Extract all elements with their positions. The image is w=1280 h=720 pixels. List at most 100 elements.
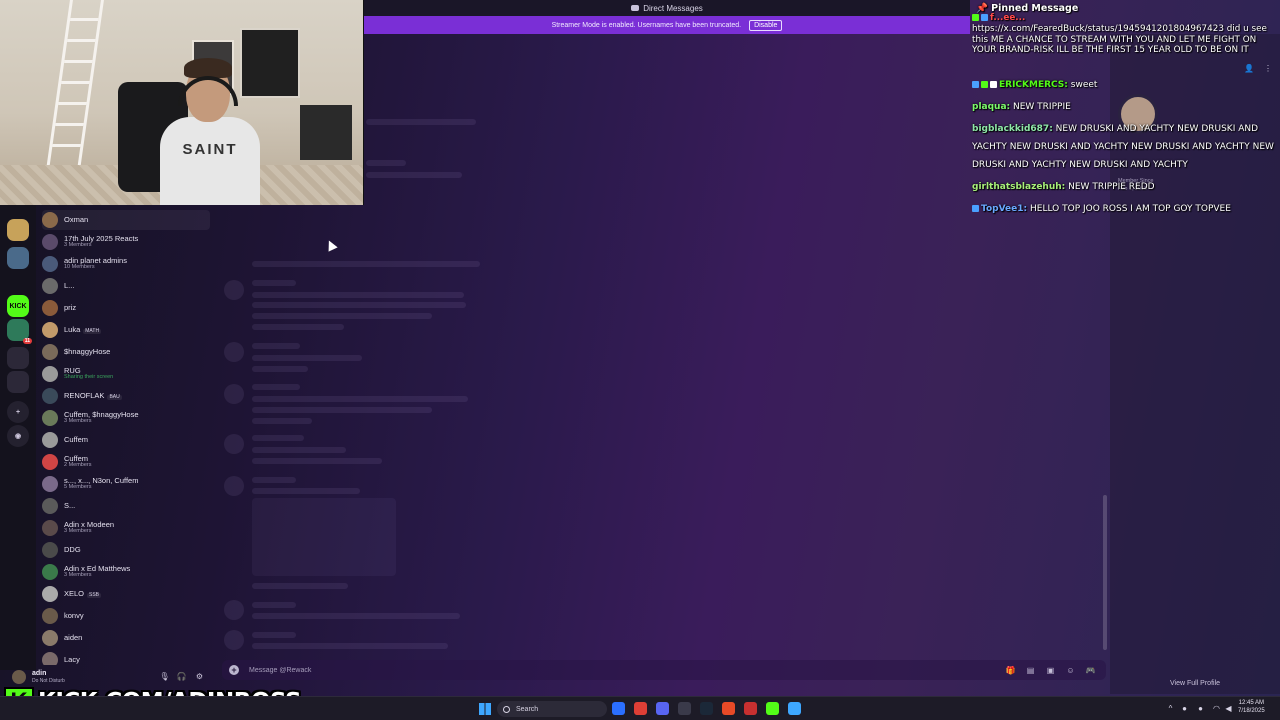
kick-app-icon[interactable] [766,702,779,715]
message-input[interactable] [249,666,1006,674]
dm-list-item[interactable]: priz [42,298,210,318]
dm-list-item[interactable]: Adin x Modeen 3 Members [42,518,210,538]
dm-list-item[interactable]: Cuffem, $hnaggyHose 3 Members [42,408,210,428]
chat-text: NEW TRIPPIE [1013,102,1071,112]
loading-placeholder [252,613,460,619]
dm-list-item[interactable]: RENOFLAK BAU [42,386,210,406]
folder-icon[interactable] [7,371,29,393]
chat-username: plaqua: [972,102,1011,112]
stream-chat-overlay: 📌 Pinned Message f...ee... https://x.com… [966,0,1280,220]
dm-avatar [42,608,58,624]
dm-list-item[interactable]: 17th July 2025 Reacts 3 Members [42,232,210,252]
dm-list-item[interactable]: Luka MATH [42,320,210,340]
steam-icon[interactable] [700,702,713,715]
loading-avatar [224,384,244,404]
dm-text: Adin x Ed Matthews 3 Members [64,565,130,579]
loading-avatar [224,342,244,362]
dm-text: L... [64,282,74,290]
windows-taskbar: Search ^ ● ● ◠ ◀ 12:45 AM 7/18/2025 [0,696,1280,720]
dm-subtitle: 10 Members [64,264,95,271]
dm-text: Adin x Modeen 3 Members [64,521,114,535]
dm-list-item[interactable]: S... [42,496,210,516]
dm-text: Luka MATH [64,325,102,335]
apps-icon[interactable]: 🎮 [1086,666,1096,675]
dm-name: Lacy [64,655,80,665]
brave-icon[interactable] [722,702,735,715]
pinned-user: f...ee... [990,13,1026,23]
view-full-profile-link[interactable]: View Full Profile [1110,680,1280,687]
gif-icon[interactable]: ▤ [1026,666,1035,675]
volume-icon[interactable]: ◀ [1224,704,1233,713]
dm-name: S... [64,501,76,511]
dm-list-item[interactable]: Cuffem 2 Members [42,452,210,472]
dm-list-item[interactable]: aiden [42,628,210,648]
dm-list-item[interactable]: Adin x Ed Matthews 3 Members [42,562,210,582]
server-label: KICK [9,302,27,310]
chat-message: ERICKMERCS: sweet [972,76,1280,94]
dm-text: RUG Sharing their screen [64,367,113,381]
dm-list-item[interactable]: DDG [42,540,210,560]
dm-list-item[interactable]: $hnaggyHose [42,342,210,362]
user-status: Do Not Disturb [32,678,65,684]
dm-list-item[interactable]: Cuffem [42,430,210,450]
add-attachment-icon[interactable]: + [229,665,239,675]
chat-badge-icon [972,81,979,88]
discord-icon [631,5,640,11]
dm-list-item[interactable]: RUG Sharing their screen [42,364,210,384]
emoji-icon[interactable]: ☺ [1066,666,1075,675]
loading-placeholder [252,313,432,319]
dm-name: DDG [64,545,81,555]
dm-text: Cuffem [64,436,88,444]
kick-server[interactable]: KICK [7,295,29,317]
chat-message: girlthatsblazehuh: NEW TRIPPIE REDD [972,178,1280,196]
dm-avatar [42,388,58,404]
taskbar-clock[interactable]: 12:45 AM 7/18/2025 [1238,700,1265,715]
server-icon[interactable] [7,247,29,269]
obs-icon[interactable] [678,702,691,715]
message-scrollbar[interactable] [1103,495,1107,650]
dm-name: Cuffem [64,435,89,445]
loading-placeholder [252,355,362,361]
discord-app-icon[interactable] [656,702,669,715]
webcam-ladder [46,0,104,170]
dm-subtitle: 2 Members [64,462,92,469]
dm-list-item[interactable]: konvy [42,606,210,626]
sticker-icon[interactable]: ▣ [1046,666,1055,675]
dm-list-item[interactable]: adin planet admins 10 Members [42,254,210,274]
dm-list-item[interactable]: Lacy [42,650,210,665]
tray-chevron-icon[interactable]: ^ [1166,704,1175,713]
chrome-icon[interactable] [634,702,647,715]
direct-message-list: Oxman 17th July 2025 Reacts 3 Members adin … [36,205,212,665]
chat-text: sweet [1070,80,1098,90]
folder-icon[interactable] [7,347,29,369]
user-name: adin [32,670,47,677]
gift-icon[interactable]: 🎁 [1006,666,1016,675]
copilot-icon[interactable] [612,702,625,715]
dm-list-item[interactable]: Oxman [42,210,210,230]
discover-icon[interactable]: ◉ [7,425,29,447]
dm-list-item[interactable]: XELO SSB [42,584,210,604]
server-icon[interactable] [7,219,29,241]
notepad-icon[interactable] [788,702,801,715]
dm-list-item[interactable]: s..., x..., N3on, Cuffem 5 Members [42,474,210,494]
microphone-icon[interactable]: 🎙 [159,672,169,681]
dm-avatar [42,520,58,536]
dm-list-item[interactable]: L... [42,276,210,296]
taskbar-search[interactable]: Search [497,701,607,717]
dm-name-line: konvy [64,612,84,620]
tray-app-icon[interactable]: ● [1196,704,1205,713]
tray-app-icon[interactable]: ● [1180,704,1189,713]
window-title-bar: Direct Messages [364,0,970,16]
wifi-icon[interactable]: ◠ [1212,704,1221,713]
settings-gear-icon[interactable]: ⚙ [195,672,204,681]
app-icon[interactable] [744,702,757,715]
add-server-icon[interactable]: + [7,401,29,423]
headphones-icon[interactable]: 🎧 [177,672,187,681]
chat-badge-icon [981,81,988,88]
windows-start-icon[interactable] [479,703,491,715]
user-avatar[interactable] [12,670,26,684]
dm-avatar [42,630,58,646]
disable-streamer-mode-button[interactable]: Disable [749,19,783,31]
dm-avatar [42,410,58,426]
server-icon[interactable]: 11 [7,319,32,344]
